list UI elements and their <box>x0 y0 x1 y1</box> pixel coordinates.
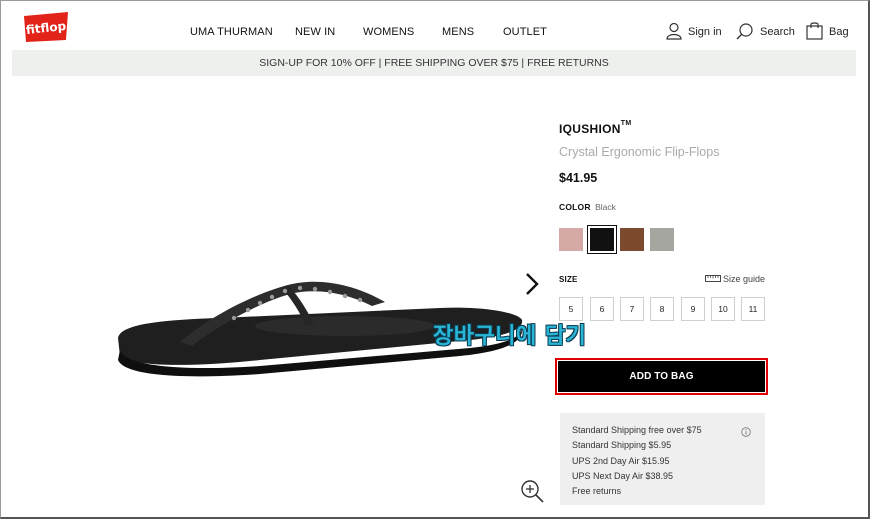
size-option-7[interactable]: 7 <box>620 297 644 321</box>
add-to-bag-button[interactable]: ADD TO BAG <box>558 361 765 392</box>
swatch-pink[interactable] <box>559 228 583 251</box>
chevron-right-icon[interactable] <box>521 270 541 298</box>
user-icon <box>666 22 682 43</box>
bag-label: Bag <box>829 26 849 38</box>
size-option-6[interactable]: 6 <box>590 297 614 321</box>
shipping-line: UPS 2nd Day Air $15.95 <box>572 455 670 466</box>
sign-in-label: Sign in <box>688 26 722 38</box>
size-option-10[interactable]: 10 <box>711 297 735 321</box>
nav-new-in[interactable]: NEW IN <box>295 26 335 38</box>
size-option-9[interactable]: 9 <box>681 297 705 321</box>
product-name: Crystal Ergonomic Flip-Flops <box>559 145 720 159</box>
shipping-line: Free returns <box>572 486 622 497</box>
size-guide-link[interactable]: Size guide <box>705 274 765 284</box>
sign-in-button[interactable]: Sign in <box>666 20 722 44</box>
bag-icon <box>806 21 823 43</box>
nav-mens[interactable]: MENS <box>442 26 474 38</box>
size-option-8[interactable]: 8 <box>650 297 674 321</box>
shipping-line: Standard Shipping $5.95 <box>572 440 672 451</box>
promo-text: SIGN-UP FOR 10% OFF | FREE SHIPPING OVER… <box>259 57 609 69</box>
shipping-line: UPS Next Day Air $38.95 <box>572 470 674 481</box>
size-guide-label: Size guide <box>723 274 766 284</box>
color-value: Black <box>595 202 616 212</box>
overlay-caption: 장바구니에 담기 <box>433 324 587 349</box>
promo-banner[interactable]: SIGN-UP FOR 10% OFF | FREE SHIPPING OVER… <box>12 50 856 76</box>
color-label: COLOR Black <box>559 202 616 212</box>
add-to-bag-highlight: ADD TO BAG <box>555 358 768 395</box>
shipping-info-box: Standard Shipping free over $75 Standard… <box>560 413 765 505</box>
swatch-grey[interactable] <box>650 228 674 251</box>
size-option-11[interactable]: 11 <box>741 297 765 321</box>
nav-outlet[interactable]: OUTLET <box>503 26 547 38</box>
swatch-black[interactable] <box>587 225 617 254</box>
info-icon[interactable] <box>741 424 751 437</box>
bag-button[interactable]: Bag <box>806 20 849 44</box>
search-icon <box>736 22 754 43</box>
trademark: TM <box>620 120 632 127</box>
product-brand: IQUSHIONTM <box>559 120 632 136</box>
swatch-brown[interactable] <box>620 228 644 251</box>
ruler-icon <box>705 274 721 284</box>
zoom-in-icon[interactable] <box>519 478 545 504</box>
color-key: COLOR <box>559 202 591 212</box>
search-button[interactable]: Search <box>736 20 795 44</box>
nav-womens[interactable]: WOMENS <box>363 26 414 38</box>
shipping-line: Standard Shipping free over $75 <box>572 425 702 435</box>
nav-uma-thurman[interactable]: UMA THURMAN <box>190 26 273 38</box>
brand-name: IQUSHION <box>559 122 621 136</box>
size-option-5[interactable]: 5 <box>559 297 583 321</box>
product-price: $41.95 <box>559 171 598 185</box>
size-label: SIZE <box>559 275 578 284</box>
search-label: Search <box>760 26 795 38</box>
